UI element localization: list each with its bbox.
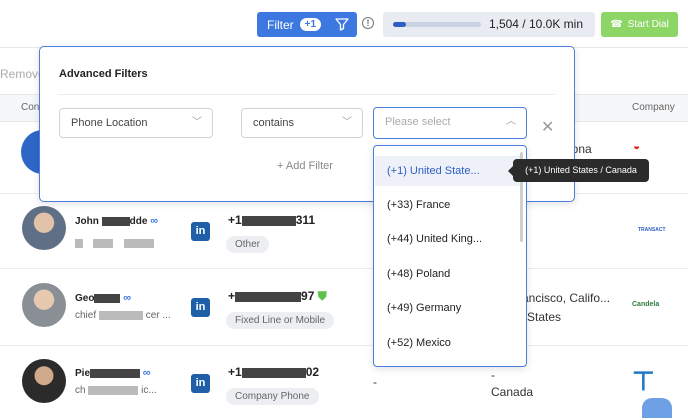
start-dial-button[interactable]: ☎ Start Dial <box>601 12 678 37</box>
phone-number[interactable]: +1 311 <box>228 213 315 227</box>
redaction <box>241 367 306 378</box>
info-icon[interactable]: ! <box>362 17 374 29</box>
chevron-down-icon: ﹀ <box>342 117 352 128</box>
contact-name[interactable]: Geo ∞ <box>75 292 131 304</box>
panel-title: Advanced Filters <box>59 68 148 80</box>
avatar[interactable] <box>22 206 66 250</box>
linkedin-icon[interactable]: in <box>191 222 210 241</box>
sequence-icon: ∞ <box>142 367 151 379</box>
filter-label: Filter <box>267 17 294 32</box>
filter-value-select[interactable]: Please select ︿ <box>373 107 527 139</box>
phone-type-tag: Fixed Line or Mobile <box>226 312 335 329</box>
redaction <box>98 310 143 320</box>
contact-title: ch ic... <box>75 385 157 396</box>
filter-operator-select[interactable]: contains ﹀ <box>241 108 363 138</box>
phone-type-tag: Company Phone <box>226 388 319 405</box>
filter-field-value: Phone Location <box>71 117 148 129</box>
title-end: cer ... <box>145 310 171 321</box>
redaction <box>123 239 154 249</box>
usage-track <box>393 22 481 27</box>
phone-suffix: 311 <box>295 213 316 227</box>
contact-name[interactable]: John dde ∞ <box>75 215 158 227</box>
chevron-down-icon: ﹀ <box>192 117 202 128</box>
avatar[interactable] <box>22 283 66 327</box>
company-logo[interactable]: ⊤ <box>632 366 655 397</box>
contact-name-first: Geo <box>75 293 95 304</box>
phone-prefix: + <box>228 289 236 303</box>
sequence-icon: ∞ <box>150 215 159 227</box>
dropdown-option[interactable]: (+44) United King... <box>375 224 520 254</box>
location-cell-2: States <box>527 310 562 324</box>
verified-icon: ⛊ <box>317 289 327 303</box>
phone-icon: ☎ <box>610 19 623 30</box>
phone-prefix: +1 <box>228 365 242 379</box>
empty-cell: - <box>491 368 495 382</box>
filter-count-badge: +1 <box>299 18 322 31</box>
row-divider <box>0 345 688 346</box>
funnel-icon <box>335 18 349 31</box>
redaction <box>88 385 139 395</box>
remove-button[interactable]: Remove <box>0 67 45 81</box>
close-icon[interactable]: ✕ <box>541 117 554 137</box>
header-contact: Con <box>21 102 40 113</box>
contact-name[interactable]: Pie ∞ <box>75 367 151 379</box>
contact-name-rest: dde <box>129 216 148 227</box>
dropdown-option[interactable]: (+48) Poland <box>375 259 520 289</box>
linkedin-icon[interactable]: in <box>191 298 210 317</box>
redaction <box>90 368 141 378</box>
filter-field-select[interactable]: Phone Location ﹀ <box>59 108 213 138</box>
chat-widget-button[interactable] <box>642 398 672 418</box>
row-divider <box>0 268 688 269</box>
chevron-up-icon: ︿ <box>506 116 516 127</box>
redaction <box>101 216 130 226</box>
redaction <box>94 293 121 303</box>
contact-name-first: John <box>75 216 99 227</box>
filter-button[interactable]: Filter +1 <box>257 12 357 37</box>
option-tooltip: (+1) United States / Canada <box>508 159 649 182</box>
phone-prefix: +1 <box>228 213 242 227</box>
phone-number[interactable]: +1 02 <box>228 365 319 379</box>
dropdown-option[interactable]: (+1) United State... <box>375 156 520 186</box>
usage-text: 1,504 / 10.0K min <box>488 17 583 31</box>
company-logo[interactable]: TRANSACT <box>638 227 666 233</box>
contact-title: chief cer ... <box>75 310 171 321</box>
divider <box>58 94 556 95</box>
title-start: ch <box>75 385 86 396</box>
phone-suffix: 02 <box>305 365 320 379</box>
filter-value-placeholder: Please select <box>385 116 451 128</box>
redaction <box>241 215 296 226</box>
linkedin-icon[interactable]: in <box>191 374 210 393</box>
usage-meter: 1,504 / 10.0K min <box>383 12 595 37</box>
country-dropdown-list: (+1) United State... (+33) France (+44) … <box>373 145 527 367</box>
add-filter-button[interactable]: + Add Filter <box>277 160 333 172</box>
dropdown-option[interactable]: (+49) Germany <box>375 293 520 323</box>
sequence-icon: ∞ <box>123 292 132 304</box>
location-cell: ancisco, Califo... <box>522 291 611 305</box>
filter-operator-value: contains <box>253 117 294 129</box>
title-start: chief <box>75 310 97 321</box>
redaction <box>93 239 114 249</box>
dropdown-option[interactable]: (+33) France <box>375 190 520 220</box>
usage-fill <box>393 22 407 27</box>
company-logo[interactable]: ◒ <box>633 139 640 153</box>
phone-suffix: 97 <box>301 289 315 303</box>
phone-number[interactable]: +97 ⛊ <box>228 289 327 304</box>
redaction <box>235 291 302 302</box>
avatar[interactable] <box>22 359 66 403</box>
dropdown-option[interactable]: (+52) Mexico <box>375 328 520 358</box>
title-end: ic... <box>141 385 157 396</box>
redaction <box>75 239 83 249</box>
contact-name-first: Pie <box>75 368 91 379</box>
contact-title <box>75 235 154 253</box>
empty-cell: - <box>373 375 377 389</box>
start-dial-label: Start Dial <box>627 19 669 30</box>
header-company: Company <box>632 102 675 113</box>
phone-type-tag: Other <box>226 236 270 253</box>
company-logo[interactable]: Candela <box>632 301 659 308</box>
location-cell: Canada <box>491 385 534 399</box>
